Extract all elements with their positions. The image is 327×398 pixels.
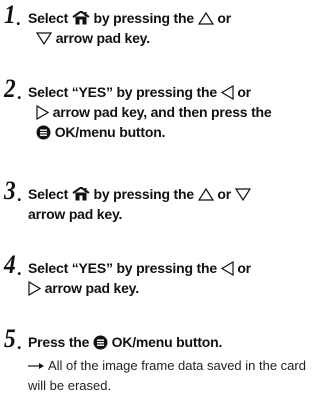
step-dot: . [17,185,22,205]
step-text-part: by pressing the [93,186,194,202]
step-text-part: arrow pad key. [28,206,123,222]
down-triangle-icon [36,32,52,45]
up-triangle-icon [197,11,214,25]
step-number: 5 [4,324,16,353]
step-dot: . [17,83,22,103]
step-5: 5 . Press the OK/menu button. [4,326,324,353]
right-arrow-icon [28,356,44,375]
step-text-part: or [217,186,231,202]
step-text-part: or [237,84,251,100]
step-text: Select “YES” by pressing the or arrow pa… [28,82,324,142]
step-text: Select by pressing the or arrow pad key. [28,8,324,48]
step-text: Press the OK/menu button. [28,332,324,352]
step-text-part: arrow pad key. [44,280,139,296]
step-text-part: or [217,10,231,26]
step-1: 1 . Select by pressing the or arrow pad … [4,2,324,48]
down-triangle-icon [234,188,251,201]
step-text-part: arrow pad key. [55,30,150,46]
up-triangle-icon [197,187,214,201]
step-dot: . [17,259,22,279]
step-text: Select by pressing the or arrow pad key. [28,184,324,224]
step-text-part: Select [28,10,69,26]
house-icon [72,187,90,201]
step-4: 4 . Select “YES” by pressing the or arro… [4,252,324,298]
step-text-part: OK/menu button. [111,334,223,350]
right-triangle-icon [36,104,49,120]
step-text-part: Select “YES” by pressing the [28,84,217,100]
step-text-part: arrow pad key, and then press the [52,104,272,120]
step-text-part: OK/menu button. [54,124,166,140]
step-3: 3 . Select by pressing the or arrow pad … [4,178,324,224]
step-dot: . [16,9,21,29]
instruction-page: 1 . Select by pressing the or arrow pad … [0,0,327,398]
step-number: 4 [4,250,16,279]
step-dot: . [17,333,22,353]
step-number: 2 [4,74,16,103]
left-triangle-icon [220,260,234,276]
step-number: 3 [4,176,16,205]
menu-button-icon [36,125,51,140]
step-text-part: Select [28,186,69,202]
right-triangle-icon [28,280,41,296]
step-text-part: Select “YES” by pressing the [28,260,217,276]
step-text-part: Press the [28,334,90,350]
step-number: 1 [4,0,16,29]
result-note-text: All of the image frame data saved in the… [28,358,306,394]
step-2: 2 . Select “YES” by pressing the or arro… [4,76,324,142]
step-text-part: by pressing the [93,10,194,26]
left-triangle-icon [220,84,234,100]
result-note: All of the image frame data saved in the… [28,356,318,395]
menu-button-icon [93,335,108,350]
step-text-part: or [237,260,251,276]
house-icon [72,11,90,25]
step-text: Select “YES” by pressing the or arrow pa… [28,258,324,298]
